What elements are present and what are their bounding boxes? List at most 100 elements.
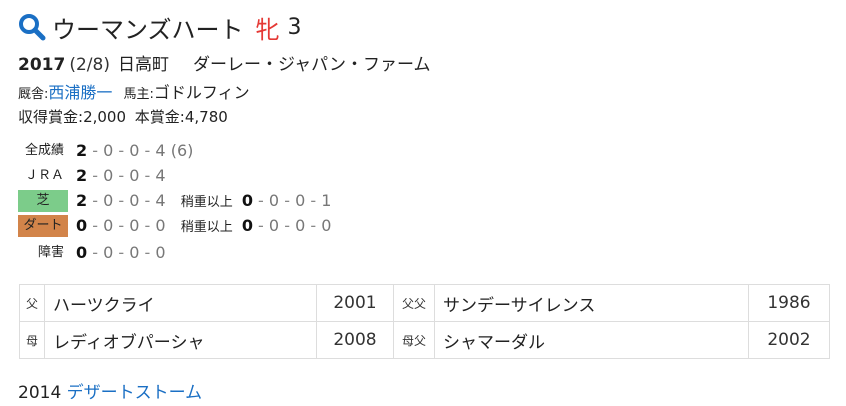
- record-jra: 2 - 0 - 0 - 4: [76, 165, 166, 187]
- soft-thirds: 0: [295, 191, 306, 210]
- owner-name: ゴドルフィン: [153, 83, 250, 102]
- dash: -: [92, 191, 99, 210]
- seconds: 0: [103, 243, 114, 262]
- earned-label: 収得賞金:: [18, 108, 84, 126]
- pedigree-row-sire: 父 ハーツクライ 2001 父父 サンデーサイレンス 1986: [19, 284, 830, 322]
- birth-info: 2017 (2/8) 日高町 ダーレー・ジャパン・ファーム: [18, 50, 430, 75]
- others: 4: [155, 141, 166, 160]
- trainer-label: 厩舎:: [18, 87, 49, 102]
- dash: -: [118, 141, 125, 160]
- horse-age: 3: [287, 14, 302, 40]
- record-turf-label: 芝: [18, 190, 68, 212]
- soft-thirds: 0: [295, 216, 306, 235]
- dash: -: [144, 216, 151, 235]
- dash: -: [92, 216, 99, 235]
- sire-label: 父: [19, 284, 45, 322]
- soft-wins: 0: [241, 216, 253, 235]
- dash: -: [118, 191, 125, 210]
- soft-others: 1: [321, 191, 332, 210]
- dash: -: [258, 191, 264, 210]
- dash: -: [310, 191, 317, 210]
- soft-seconds: 0: [268, 191, 280, 210]
- soft-track-label: 稍重以上: [180, 220, 233, 235]
- soft-seconds: 0: [268, 216, 280, 235]
- search-icon[interactable]: [18, 13, 46, 41]
- breeder: ダーレー・ジャパン・ファーム: [192, 55, 431, 75]
- dash: -: [144, 166, 151, 185]
- trainer-link[interactable]: 西浦勝一: [48, 83, 112, 102]
- sire-year: 2001: [316, 284, 394, 322]
- sire-sire-name: サンデーサイレンス: [434, 284, 749, 322]
- wins: 0: [76, 216, 88, 235]
- seconds: 0: [103, 216, 114, 235]
- dash: -: [92, 166, 99, 185]
- thirds: 0: [129, 166, 140, 185]
- dash: -: [144, 191, 151, 210]
- sire-sire-year: 1986: [748, 284, 830, 322]
- record-turf: 2 - 0 - 0 - 4 稍重以上 0 - 0 - 0 - 1: [76, 190, 331, 212]
- thirds: 0: [129, 141, 140, 160]
- record-hurdle: 0 - 0 - 0 - 0: [76, 242, 166, 264]
- dam-sire-year: 2002: [748, 321, 830, 359]
- dash: -: [118, 166, 125, 185]
- dam-sire-name: シャマーダル: [434, 321, 749, 359]
- horse-name: ウーマンズハート: [52, 15, 244, 44]
- record-dirt-label: ダート: [18, 215, 68, 237]
- dash: -: [258, 216, 264, 235]
- seconds: 0: [103, 191, 114, 210]
- dam-year: 2008: [316, 321, 394, 359]
- prize-money: 収得賞金:2,000 本賞金:4,780: [18, 106, 228, 127]
- dash: -: [92, 243, 99, 262]
- sire-sire-label: 父父: [393, 284, 435, 322]
- dam-sire-label: 母父: [393, 321, 435, 359]
- others: 4: [155, 191, 166, 210]
- others: 4: [155, 166, 166, 185]
- starts-extra: (6): [170, 141, 194, 160]
- thirds: 0: [129, 191, 140, 210]
- prize-value: 4,780: [184, 108, 228, 126]
- record-dirt: 0 - 0 - 0 - 0 稍重以上 0 - 0 - 0 - 0: [76, 215, 331, 237]
- thirds: 0: [129, 243, 140, 262]
- pedigree-row-dam: 母 レディオブパーシャ 2008 母父 シャマーダル 2002: [19, 321, 830, 359]
- pedigree-table: 父 ハーツクライ 2001 父父 サンデーサイレンス 1986 母 レディオブパ…: [19, 284, 830, 359]
- record-hurdle-label: 障害: [37, 245, 64, 260]
- birth-date: (2/8): [69, 55, 110, 75]
- birthplace: 日高町: [117, 55, 169, 75]
- others: 0: [155, 216, 166, 235]
- dam-name: レディオブパーシャ: [44, 321, 317, 359]
- owner-label: 馬主:: [123, 87, 154, 102]
- people-info: 厩舎:西浦勝一 馬主:ゴドルフィン: [18, 79, 250, 103]
- dash: -: [144, 141, 151, 160]
- sibling-row: 2014 デザートストーム: [18, 378, 202, 403]
- sire-name: ハーツクライ: [44, 284, 317, 322]
- earned-value: 2,000: [83, 108, 127, 126]
- dash: -: [144, 243, 151, 262]
- dash: -: [118, 243, 125, 262]
- record-jra-label: ＪＲＡ: [24, 168, 64, 183]
- wins: 2: [76, 141, 88, 160]
- birth-year: 2017: [18, 55, 66, 75]
- thirds: 0: [129, 216, 140, 235]
- wins: 2: [76, 166, 88, 185]
- record-all-label: 全成績: [24, 143, 64, 158]
- dash: -: [310, 216, 317, 235]
- dash: -: [118, 216, 125, 235]
- prize-label: 本賞金:: [134, 108, 185, 126]
- others: 0: [155, 243, 166, 262]
- wins: 2: [76, 191, 88, 210]
- dash: -: [284, 216, 290, 235]
- soft-track-label: 稍重以上: [180, 195, 233, 210]
- horse-sex: 牝: [255, 15, 280, 44]
- wins: 0: [76, 243, 88, 262]
- record-all: 2 - 0 - 0 - 4 (6): [76, 140, 193, 162]
- soft-others: 0: [321, 216, 332, 235]
- dash: -: [284, 191, 290, 210]
- soft-wins: 0: [241, 191, 253, 210]
- dam-label: 母: [19, 321, 45, 359]
- sibling-year: 2014: [18, 383, 62, 403]
- seconds: 0: [103, 166, 114, 185]
- seconds: 0: [103, 141, 114, 160]
- dash: -: [92, 141, 99, 160]
- sibling-link[interactable]: デザートストーム: [67, 383, 203, 403]
- title-row: ウーマンズハート 牝 3: [18, 10, 302, 44]
